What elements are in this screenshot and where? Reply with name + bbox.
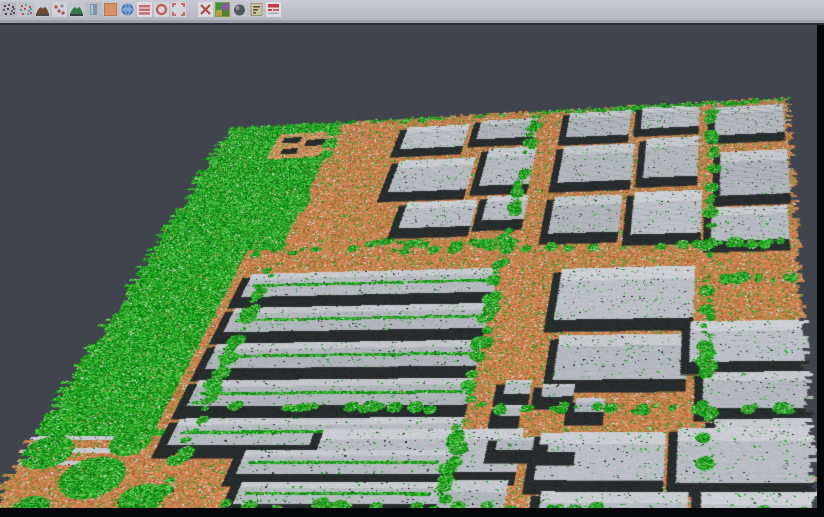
ortho-tile-icon[interactable] bbox=[103, 2, 118, 17]
toolbar bbox=[0, 0, 824, 20]
noise-tile-icon[interactable] bbox=[1, 2, 16, 17]
point-cloud-3d-viewport[interactable] bbox=[0, 25, 824, 517]
delete-mark-icon[interactable] bbox=[198, 2, 213, 17]
flagged-tile-icon[interactable] bbox=[266, 2, 281, 17]
profile-block-icon[interactable] bbox=[86, 2, 101, 17]
globe-icon[interactable] bbox=[120, 2, 135, 17]
application-window bbox=[0, 0, 824, 517]
map-notes-icon[interactable] bbox=[249, 2, 264, 17]
vegetation-icon[interactable] bbox=[69, 2, 84, 17]
extent-select-icon[interactable] bbox=[171, 2, 186, 17]
control-points-icon[interactable] bbox=[52, 2, 67, 17]
window-edge-right bbox=[817, 25, 824, 517]
terrain-icon[interactable] bbox=[35, 2, 50, 17]
circle-select-icon[interactable] bbox=[154, 2, 169, 17]
classification-legend-icon[interactable] bbox=[215, 2, 230, 17]
sphere-view-icon[interactable] bbox=[232, 2, 247, 17]
classified-points-icon[interactable] bbox=[18, 2, 33, 17]
window-edge-bottom bbox=[0, 508, 824, 517]
layer-stack-icon[interactable] bbox=[137, 2, 152, 17]
